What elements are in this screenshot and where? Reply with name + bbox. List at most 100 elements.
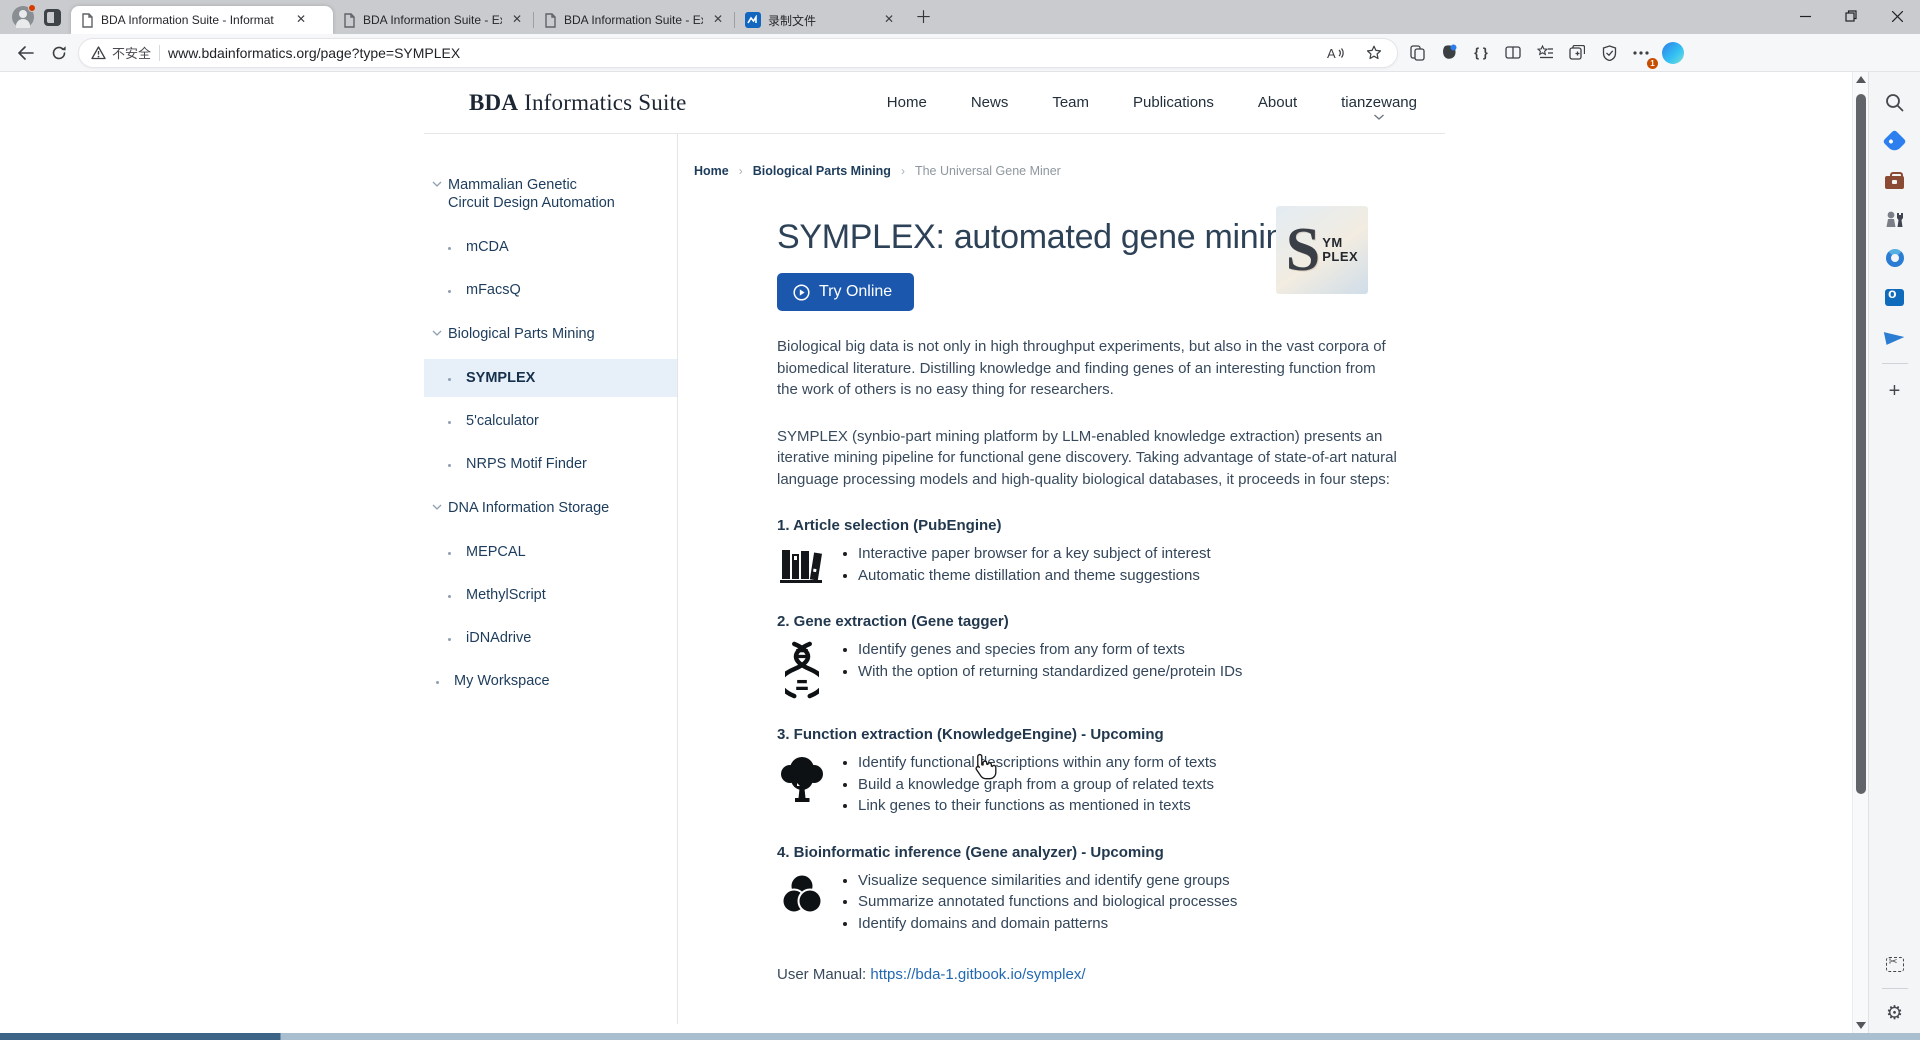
chevron-right-icon: › <box>739 164 743 178</box>
games-icon[interactable] <box>1883 207 1907 231</box>
sidebar-item-5calculator[interactable]: 5'calculator <box>424 413 677 429</box>
edge-sidebar-rail: + ⚙ <box>1868 72 1920 1033</box>
site-logo[interactable]: BDA Informatics Suite <box>469 90 687 116</box>
close-button[interactable] <box>1874 0 1920 32</box>
security-indicator[interactable]: 不安全 <box>91 43 151 62</box>
tab-bda-experiment-1[interactable]: BDA Information Suite - Experim ✕ <box>333 6 533 34</box>
sidebar-item-symplex[interactable]: SYMPLEX <box>424 359 677 397</box>
designer-plane-icon[interactable] <box>1883 324 1907 348</box>
address-bar[interactable]: 不安全 www.bdainformatics.org/page?type=SYM… <box>78 38 1398 68</box>
tab-close-icon[interactable]: ✕ <box>881 12 897 28</box>
sidebar-item-my-workspace[interactable]: My Workspace <box>424 673 677 689</box>
collections-icon[interactable] <box>1562 38 1592 68</box>
notification-dot-icon <box>28 4 36 12</box>
tab-close-icon[interactable]: ✕ <box>710 12 726 28</box>
url-text: www.bdainformatics.org/page?type=SYMPLEX <box>168 45 1313 61</box>
user-manual-link[interactable]: https://bda-1.gitbook.io/symplex/ <box>870 966 1085 983</box>
security-label: 不安全 <box>112 43 151 62</box>
sidebar-section-dna-information-storage[interactable]: DNA Information Storage <box>424 499 677 517</box>
web-capture-icon[interactable] <box>1883 952 1907 976</box>
sidebar-item-methylscript[interactable]: MethylScript <box>424 587 677 603</box>
sidebar-item-mepcal[interactable]: MEPCAL <box>424 544 677 560</box>
scroll-up-arrow-icon[interactable] <box>1856 76 1866 83</box>
page-scrollbar[interactable] <box>1852 72 1868 1033</box>
sidebar-section-mgcda[interactable]: Mammalian Genetic Circuit Design Automat… <box>424 176 677 212</box>
copilot-icon[interactable] <box>1658 38 1688 68</box>
extensions-more-icon[interactable]: 1 <box>1626 38 1656 68</box>
tools-sidebar: Mammalian Genetic Circuit Design Automat… <box>424 134 678 1024</box>
minimize-button[interactable] <box>1782 0 1828 32</box>
breadcrumb-current: The Universal Gene Miner <box>915 164 1061 178</box>
m365-icon[interactable] <box>1883 246 1907 270</box>
page-viewport: BDA Informatics Suite Home News Team Pub… <box>0 72 1852 1033</box>
braces-extension-icon[interactable]: { } <box>1466 38 1496 68</box>
search-icon[interactable] <box>1883 90 1907 114</box>
tab-title: BDA Information Suite - Experim <box>363 13 502 27</box>
browser-toolbar: 不安全 www.bdainformatics.org/page?type=SYM… <box>0 34 1920 72</box>
nav-team[interactable]: Team <box>1052 94 1089 111</box>
toolbox-icon[interactable] <box>1883 168 1907 192</box>
tab-title: BDA Information Suite - Experim <box>564 13 703 27</box>
nav-about[interactable]: About <box>1258 94 1297 111</box>
document-icon <box>343 13 356 28</box>
scroll-down-arrow-icon[interactable] <box>1856 1022 1866 1029</box>
back-icon[interactable] <box>10 38 40 68</box>
extensions-badge: 1 <box>1647 58 1658 69</box>
settings-gear-icon[interactable]: ⚙ <box>1883 1001 1907 1025</box>
tree-icon <box>777 752 827 817</box>
site-header: BDA Informatics Suite Home News Team Pub… <box>424 72 1445 134</box>
step-gene-extraction: 2. Gene extraction (Gene tagger) <box>777 613 1397 699</box>
nav-user-menu[interactable]: tianzewang <box>1341 94 1417 111</box>
new-tab-button[interactable]: ＋ <box>905 3 944 34</box>
nav-publications[interactable]: Publications <box>1133 94 1214 111</box>
intro-paragraph-2: SYMPLEX (synbio-part mining platform by … <box>777 426 1397 491</box>
step-bioinformatic-inference: 4. Bioinformatic inference (Gene analyze… <box>777 844 1397 935</box>
maximize-button[interactable] <box>1828 0 1874 32</box>
add-favorite-star-icon[interactable] <box>1359 38 1389 68</box>
add-to-sidebar-icon[interactable]: + <box>1883 379 1907 403</box>
sidebar-item-idnadrive[interactable]: iDNAdrive <box>424 630 677 646</box>
nav-news[interactable]: News <box>971 94 1009 111</box>
window-bottom-edge <box>0 1033 1920 1040</box>
tab-close-icon[interactable]: ✕ <box>293 12 309 28</box>
browser-essentials-icon[interactable] <box>1594 38 1624 68</box>
tab-close-icon[interactable]: ✕ <box>509 12 525 28</box>
tab-recording-file[interactable]: 录制文件 ✕ <box>735 6 905 34</box>
breadcrumb-section[interactable]: Biological Parts Mining <box>753 164 891 178</box>
dna-icon <box>777 639 827 699</box>
split-screen-icon[interactable] <box>1498 38 1528 68</box>
workspaces-icon[interactable] <box>44 9 61 26</box>
try-online-button[interactable]: Try Online <box>777 273 914 311</box>
tab-title: 录制文件 <box>768 12 874 29</box>
evernote-extension-icon[interactable] <box>1434 38 1464 68</box>
breadcrumb-home[interactable]: Home <box>694 164 729 178</box>
warning-icon <box>91 46 106 60</box>
refresh-icon[interactable] <box>44 38 74 68</box>
profile-avatar[interactable] <box>12 6 34 28</box>
nav-home[interactable]: Home <box>887 94 927 111</box>
venn-icon <box>777 870 827 935</box>
play-icon <box>793 284 810 301</box>
sidebar-item-mcda[interactable]: mCDA <box>424 239 677 255</box>
user-manual-line: User Manual: https://bda-1.gitbook.io/sy… <box>777 966 1397 983</box>
read-aloud-icon[interactable]: A <box>1321 38 1351 68</box>
clipboard-icon[interactable] <box>1402 38 1432 68</box>
sidebar-item-nrps-motif-finder[interactable]: NRPS Motif Finder <box>424 456 677 472</box>
document-icon <box>544 13 557 28</box>
symplex-logo-image: S YMPLEX <box>1276 206 1368 294</box>
favorites-bar-icon[interactable] <box>1530 38 1560 68</box>
main-nav: Home News Team Publications About tianze… <box>887 94 1417 111</box>
chevron-down-icon <box>432 181 442 187</box>
tab-bda-informatics[interactable]: BDA Information Suite - Informat ✕ <box>71 6 333 34</box>
shopping-tag-icon[interactable] <box>1883 129 1907 153</box>
outlook-icon[interactable] <box>1883 285 1907 309</box>
sidebar-item-mfacsq[interactable]: mFacsQ <box>424 282 677 298</box>
step-article-selection: 1. Article selection (PubEngine) <box>777 517 1397 586</box>
sidebar-section-biological-parts-mining[interactable]: Biological Parts Mining <box>424 325 677 343</box>
scrollbar-thumb[interactable] <box>1856 94 1866 794</box>
document-icon <box>81 13 94 28</box>
chevron-down-icon <box>432 504 442 510</box>
tab-bda-experiment-2[interactable]: BDA Information Suite - Experim ✕ <box>534 6 734 34</box>
media-recorder-icon <box>745 12 761 28</box>
browser-tab-strip: BDA Information Suite - Informat ✕ BDA I… <box>0 0 1920 34</box>
